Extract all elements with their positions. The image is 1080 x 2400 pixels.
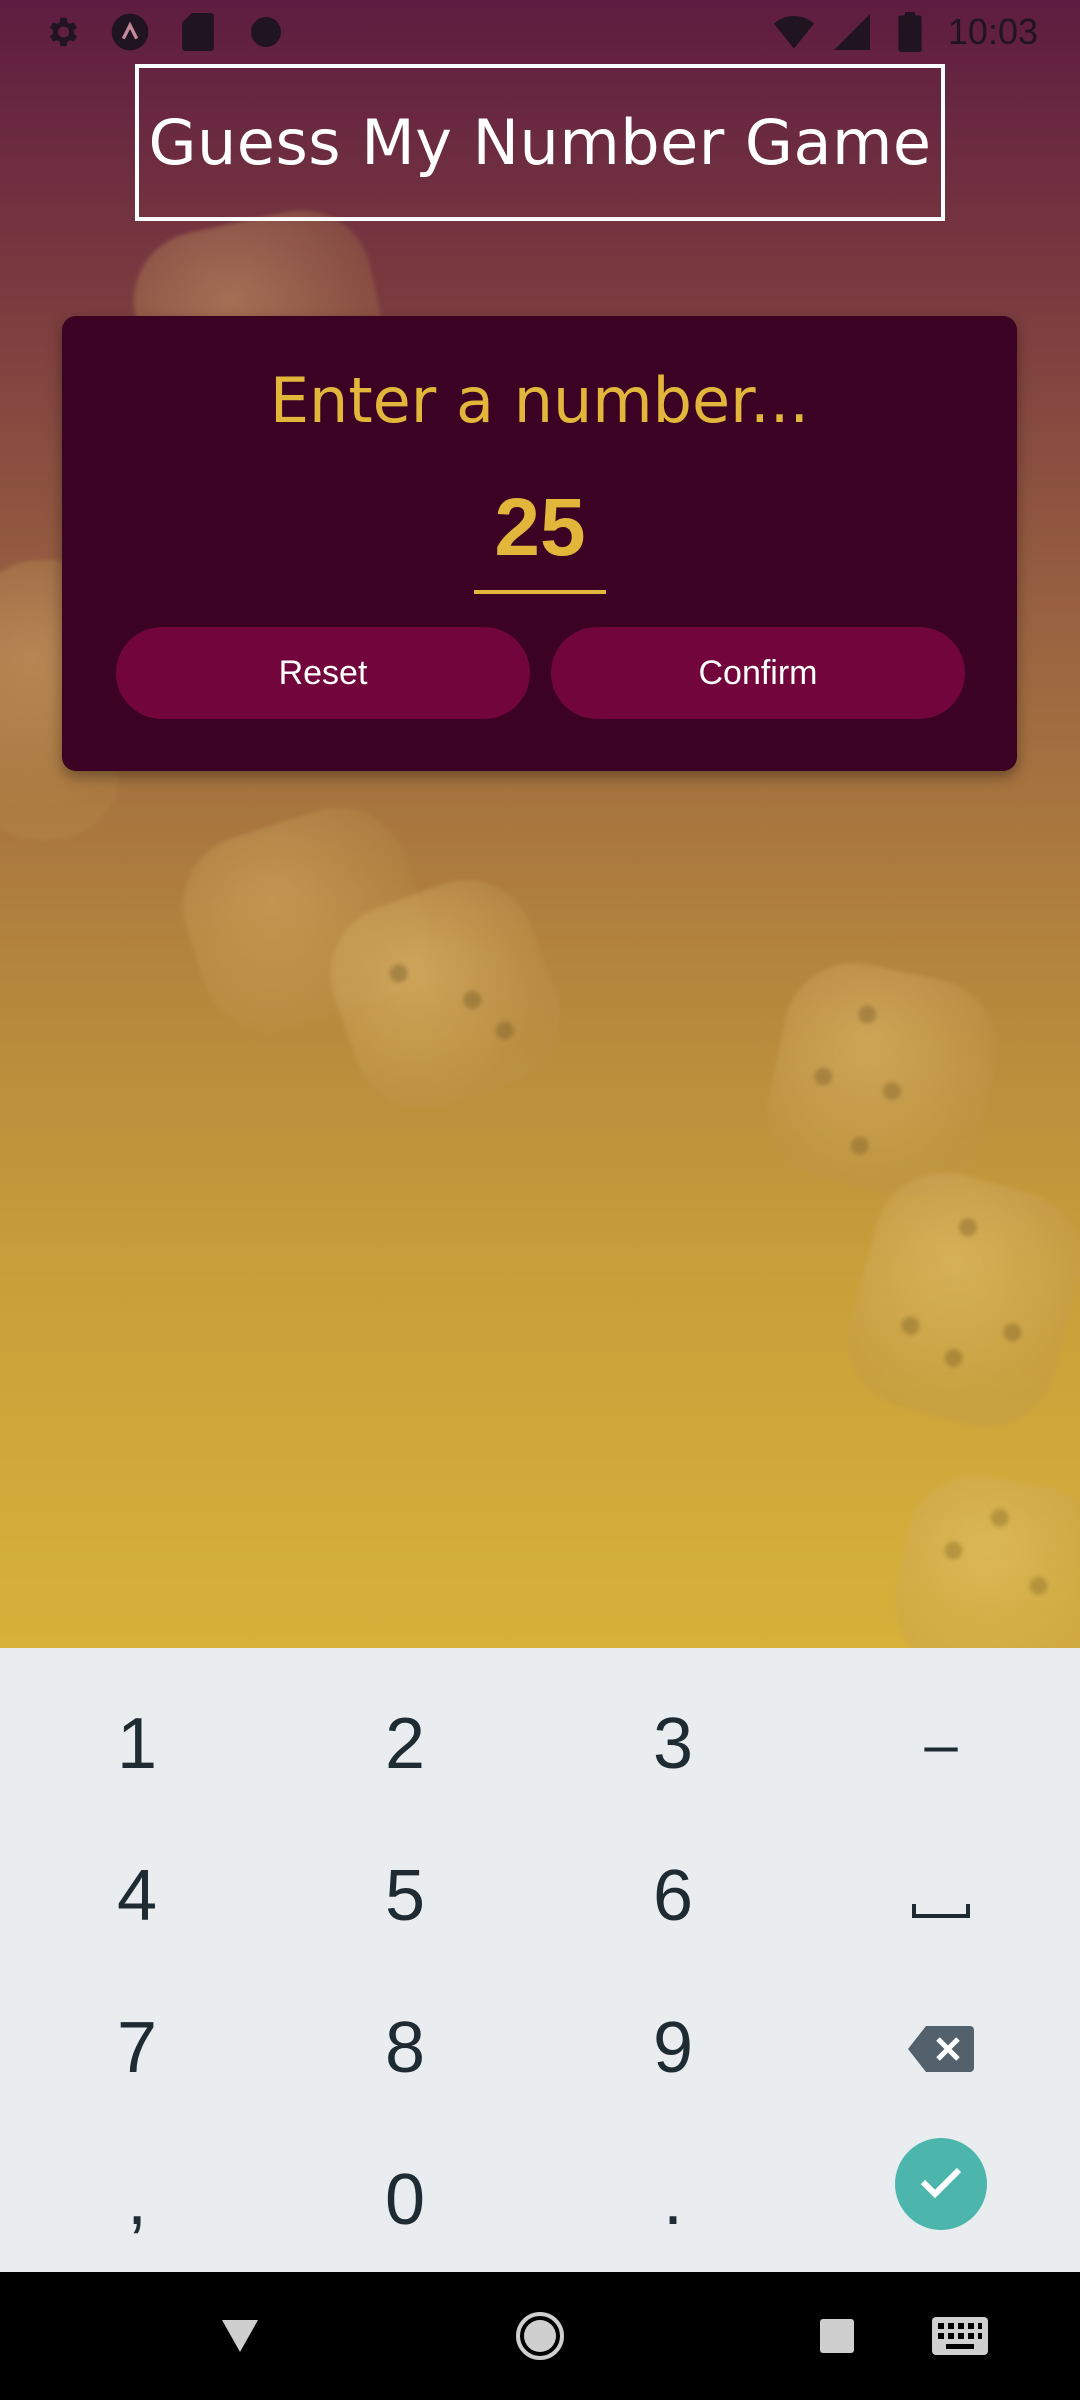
backspace-icon bbox=[908, 2007, 974, 2089]
key-8[interactable]: 8 bbox=[270, 1972, 540, 2124]
key-3[interactable]: 3 bbox=[538, 1668, 808, 1820]
background-die bbox=[884, 1464, 1080, 1648]
reset-button[interactable]: Reset bbox=[116, 627, 530, 719]
battery-icon bbox=[890, 12, 930, 52]
wifi-icon bbox=[773, 12, 814, 52]
numeric-keyboard: 1 2 3 – 4 5 6 7 8 9 , 0 . bbox=[0, 1648, 1080, 2272]
key-4[interactable]: 4 bbox=[2, 1820, 272, 1972]
app-screen: 10:03 Guess My Number Game Enter a numbe… bbox=[0, 0, 1080, 1648]
page-title: Guess My Number Game bbox=[148, 106, 932, 179]
back-icon[interactable] bbox=[210, 2306, 270, 2366]
key-space[interactable] bbox=[806, 1820, 1076, 1972]
check-icon bbox=[917, 2162, 965, 2207]
space-icon bbox=[911, 1855, 971, 1937]
key-minus[interactable]: – bbox=[806, 1668, 1076, 1820]
sd-card-icon bbox=[178, 12, 218, 52]
title-box: Guess My Number Game bbox=[135, 64, 945, 221]
key-backspace[interactable] bbox=[806, 1972, 1076, 2124]
status-time: 10:03 bbox=[947, 11, 1038, 52]
key-2[interactable]: 2 bbox=[270, 1668, 540, 1820]
status-bar: 10:03 bbox=[0, 0, 1080, 64]
navigation-bar bbox=[0, 2272, 1080, 2400]
keyboard-icon[interactable] bbox=[930, 2306, 990, 2366]
key-9[interactable]: 9 bbox=[538, 1972, 808, 2124]
key-period[interactable]: . bbox=[538, 2124, 808, 2276]
key-5[interactable]: 5 bbox=[270, 1820, 540, 1972]
number-input[interactable]: 25 bbox=[474, 476, 606, 594]
circle-icon bbox=[246, 12, 286, 52]
key-0[interactable]: 0 bbox=[270, 2124, 540, 2276]
confirm-button[interactable]: Confirm bbox=[551, 627, 965, 719]
key-6[interactable]: 6 bbox=[538, 1820, 808, 1972]
home-icon[interactable] bbox=[510, 2306, 570, 2366]
prompt-label: Enter a number... bbox=[269, 364, 810, 437]
gear-icon bbox=[42, 12, 82, 52]
expo-icon bbox=[110, 12, 150, 52]
background-die bbox=[754, 950, 1011, 1210]
key-1[interactable]: 1 bbox=[2, 1668, 272, 1820]
background-die bbox=[832, 1156, 1080, 1444]
input-card: Enter a number... 25 Reset Confirm bbox=[62, 316, 1017, 771]
recents-icon[interactable] bbox=[807, 2306, 867, 2366]
key-comma[interactable]: , bbox=[2, 2124, 272, 2276]
signal-icon bbox=[832, 12, 872, 52]
key-7[interactable]: 7 bbox=[2, 1972, 272, 2124]
key-enter[interactable] bbox=[895, 2138, 987, 2230]
